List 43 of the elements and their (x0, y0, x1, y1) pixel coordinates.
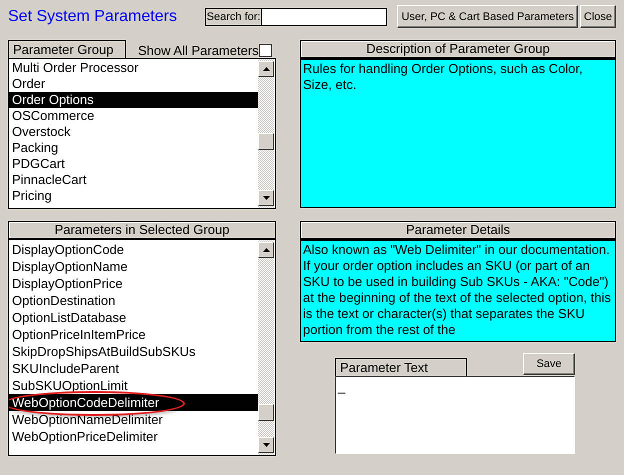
scroll-thumb[interactable] (258, 404, 274, 421)
group-item[interactable]: Order Options (9, 92, 258, 108)
panel-header: Parameters in Selected Group (8, 221, 276, 239)
parameter-item[interactable]: SkipDropShipsAtBuildSubSKUs (9, 343, 258, 360)
scroll-down-button[interactable] (258, 437, 274, 453)
toolbar-button[interactable]: Close (580, 5, 616, 28)
up-arrow-icon (262, 67, 270, 71)
save-button[interactable]: Save (523, 353, 575, 375)
description-text: Rules for handling Order Options, such as Color, Size, etc. (300, 58, 616, 208)
group-item[interactable]: PDGCart (9, 156, 258, 172)
group-item[interactable]: Overstock (9, 124, 258, 140)
parameter-item[interactable]: SKUIncludeParent (9, 360, 258, 377)
group-item[interactable]: Packing (9, 140, 258, 156)
parameter-item[interactable]: OptionDestination (9, 292, 258, 309)
toolbar-button[interactable]: User, PC & Cart Based Parameters (397, 5, 578, 28)
parameter-item[interactable]: SubSKUOptionLimit (9, 377, 258, 394)
group-item[interactable]: Pricing (9, 188, 258, 204)
parameter-item[interactable]: DisplayOptionPrice (9, 275, 258, 292)
parameter-item[interactable]: OptionPriceInItemPrice (9, 326, 258, 343)
group-item[interactable]: Order (9, 76, 258, 92)
scroll-up-button[interactable] (258, 242, 274, 258)
parameter-text-field[interactable]: _ (335, 376, 575, 454)
group-item[interactable]: Multi Order Processor (9, 60, 258, 76)
panel-header: Description of Parameter Group (300, 40, 616, 58)
parameter-item[interactable]: OptionListDatabase (9, 309, 258, 326)
group-item[interactable]: PinnacleCart (9, 172, 258, 188)
checkbox[interactable] (258, 44, 272, 57)
parameter-item[interactable]: WebOptionPriceDelimiter (9, 428, 258, 445)
parameter-item[interactable]: WebOptionCodeDelimiter (9, 394, 258, 411)
parameter-item[interactable]: DisplayOptionCode (9, 241, 258, 258)
down-arrow-icon (262, 196, 270, 200)
up-arrow-icon (262, 248, 270, 252)
down-arrow-icon (262, 443, 270, 447)
parameter-item[interactable]: DisplayOptionName (9, 258, 258, 275)
scroll-thumb[interactable] (258, 133, 274, 150)
checkbox-label: Show All Parameters (138, 43, 259, 58)
window-title: Set System Parameters (8, 8, 178, 26)
group-item[interactable]: OSCommerce (9, 108, 258, 124)
parameter-item[interactable]: WebOptionNameDelimiter (9, 411, 258, 428)
panel-header: Parameter Details (300, 221, 616, 239)
details-text: Also known as "Web Delimiter" in our documentation. If your order option includes an SKU (or part of an SKU to be used in building Sub SKUs - AKA: "Code") at the beginning of the text of the selected option, this is the text or character(s) that separates the SKU portion from the rest of the (300, 239, 616, 342)
scroll-down-button[interactable] (258, 190, 274, 206)
scroll-up-button[interactable] (258, 61, 274, 77)
